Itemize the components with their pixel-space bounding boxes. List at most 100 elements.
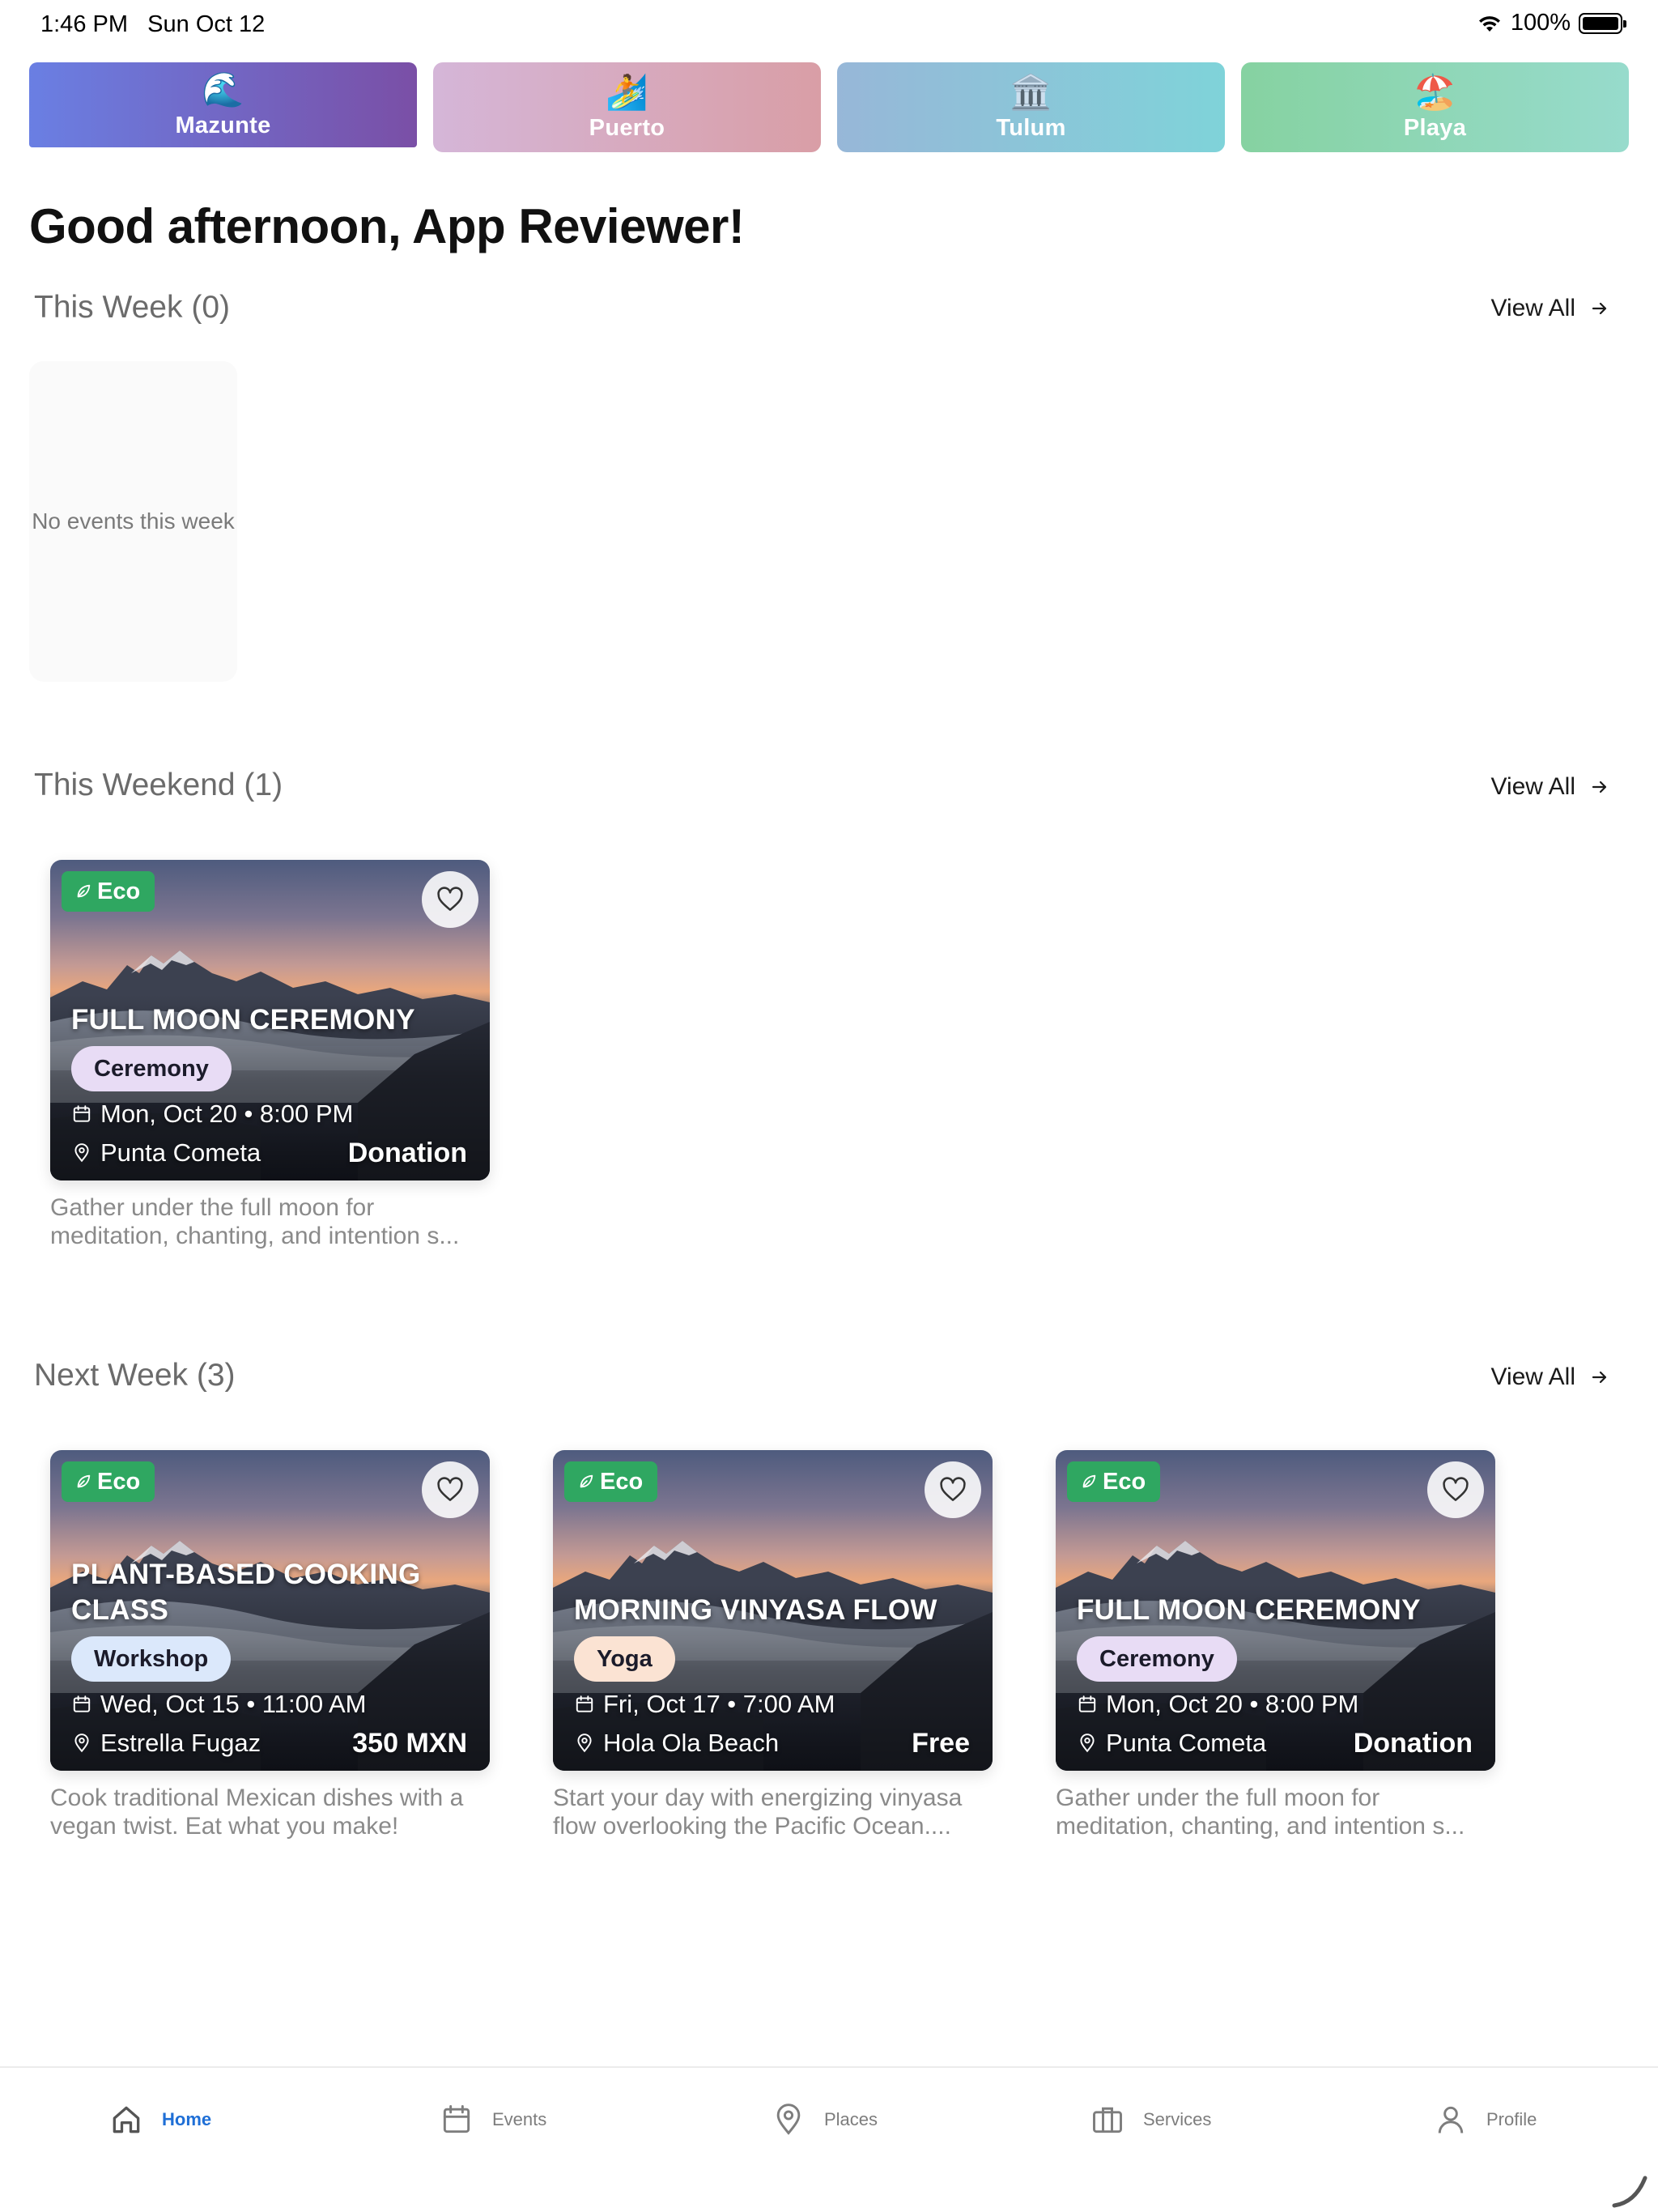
status-time: 1:46 PM Sun Oct 12 bbox=[40, 11, 265, 38]
leaf-icon bbox=[77, 884, 91, 898]
event-datetime: Fri, Oct 17 • 7:00 AM bbox=[603, 1690, 835, 1718]
tab-home[interactable]: Home bbox=[108, 2102, 211, 2138]
category-chip: Workshop bbox=[71, 1636, 232, 1682]
eco-badge: Eco bbox=[564, 1461, 658, 1502]
event-price: Donation bbox=[347, 1137, 467, 1168]
calendar-icon bbox=[73, 1105, 91, 1122]
leaf-icon bbox=[77, 1474, 91, 1488]
status-bar: 1:46 PM Sun Oct 12 100% bbox=[0, 0, 1658, 52]
view-all-this-weekend[interactable]: View All bbox=[1490, 773, 1609, 801]
empty-week-placeholder: No events this week bbox=[29, 361, 237, 682]
favorite-button[interactable] bbox=[925, 1461, 981, 1518]
status-indicators: 100% bbox=[1477, 10, 1626, 36]
category-chip: Ceremony bbox=[1077, 1636, 1237, 1682]
map-pin-icon bbox=[74, 1143, 89, 1163]
view-all-this-week[interactable]: View All bbox=[1490, 295, 1609, 322]
city-emoji-icon: 🏖️ bbox=[1414, 72, 1456, 112]
status-date: Sun Oct 12 bbox=[147, 11, 266, 37]
event-datetime-row: Mon, Oct 20 • 8:00 PM bbox=[71, 1098, 467, 1130]
home-icon bbox=[113, 2106, 140, 2133]
city-tab-tulum[interactable]: 🏛️ Tulum bbox=[837, 62, 1225, 152]
battery-icon bbox=[1579, 12, 1626, 34]
city-tab-playa[interactable]: 🏖️ Playa bbox=[1241, 62, 1629, 152]
event-card-info: PLANT-BASED COOKING CLASS Workshop Wed, Oc… bbox=[71, 1557, 467, 1759]
view-all-label: View All bbox=[1490, 1363, 1575, 1390]
eco-badge: Eco bbox=[1067, 1461, 1161, 1502]
view-all-label: View All bbox=[1490, 295, 1575, 321]
event-title: PLANT-BASED COOKING CLASS bbox=[71, 1559, 421, 1626]
leaf-icon bbox=[1082, 1474, 1096, 1488]
map-pin-icon bbox=[776, 2104, 801, 2135]
greeting: Good afternoon, App Reviewer! bbox=[29, 199, 745, 253]
city-tabs: 🌊 Mazunte 🏄 Puerto 🏛️ Tulum 🏖️ Playa bbox=[29, 62, 1629, 152]
event-location-row: Punta Cometa Donation bbox=[71, 1137, 467, 1169]
city-tab-mazunte[interactable]: 🌊 Mazunte bbox=[29, 62, 417, 147]
event-location: Punta Cometa bbox=[100, 1138, 261, 1167]
category-chip: Yoga bbox=[574, 1636, 675, 1682]
event-card[interactable]: Eco MORNING VINYASA FLOW Yoga Fri, Oct 17 •… bbox=[553, 1450, 993, 1840]
event-title: FULL MOON CEREMONY bbox=[71, 1004, 415, 1036]
arrow-right-icon bbox=[1592, 1371, 1607, 1384]
event-card-info: MORNING VINYASA FLOW Yoga Fri, Oct 17 • 7:… bbox=[574, 1593, 970, 1759]
event-location-row: Punta Cometa Donation bbox=[1077, 1727, 1473, 1759]
event-price: Donation bbox=[1353, 1727, 1473, 1759]
event-price: 350 MXN bbox=[352, 1727, 467, 1759]
eco-badge-label: Eco bbox=[1103, 1468, 1146, 1495]
event-datetime-row: Fri, Oct 17 • 7:00 AM bbox=[574, 1688, 970, 1721]
event-card-image[interactable]: Eco FULL MOON CEREMONY Ceremony Mon, Oct 20… bbox=[1056, 1450, 1495, 1771]
view-all-next-week[interactable]: View All bbox=[1490, 1363, 1609, 1391]
eco-badge: Eco bbox=[62, 871, 155, 912]
event-description: Gather under the full moon for meditatio… bbox=[1056, 1784, 1465, 1840]
tab-label: Services bbox=[1143, 2109, 1212, 2129]
event-datetime: Mon, Oct 20 • 8:00 PM bbox=[1106, 1690, 1359, 1718]
tab-services[interactable]: Services bbox=[1090, 2102, 1211, 2138]
event-datetime-row: Mon, Oct 20 • 8:00 PM bbox=[1077, 1688, 1473, 1721]
wifi-icon bbox=[1478, 15, 1500, 32]
section-title-this-week: This Week (0) bbox=[34, 290, 230, 325]
city-tab-label: Tulum bbox=[996, 115, 1066, 141]
favorite-button[interactable] bbox=[422, 1461, 478, 1518]
event-card-image[interactable]: Eco FULL MOON CEREMONY Ceremony Mon, Oct 20… bbox=[50, 860, 490, 1180]
city-tab-label: Mazunte bbox=[175, 113, 271, 138]
empty-week-text: No events this week bbox=[32, 508, 235, 534]
event-datetime: Mon, Oct 20 • 8:00 PM bbox=[100, 1100, 354, 1128]
tab-profile[interactable]: Profile bbox=[1433, 2102, 1537, 2138]
city-emoji-icon: 🏛️ bbox=[1010, 72, 1052, 112]
event-card[interactable]: Eco FULL MOON CEREMONY Ceremony Mon, Oct 20… bbox=[1056, 1450, 1495, 1840]
event-description: Cook traditional Mexican dishes with a v… bbox=[50, 1784, 464, 1840]
city-emoji-icon: 🏄 bbox=[606, 72, 648, 112]
section-title-this-weekend: This Weekend (1) bbox=[34, 768, 283, 802]
event-card[interactable]: Eco PLANT-BASED COOKING CLASS Workshop Wed,… bbox=[50, 1450, 490, 1840]
calendar-icon bbox=[73, 1695, 91, 1712]
city-tab-puerto[interactable]: 🏄 Puerto bbox=[433, 62, 821, 152]
tab-places[interactable]: Places bbox=[771, 2102, 878, 2138]
event-datetime-row: Wed, Oct 15 • 11:00 AM bbox=[71, 1688, 467, 1721]
event-datetime: Wed, Oct 15 • 11:00 AM bbox=[100, 1690, 367, 1718]
calendar-icon bbox=[443, 2105, 470, 2133]
event-location: Hola Ola Beach bbox=[603, 1729, 780, 1757]
briefcase-icon bbox=[1093, 2107, 1122, 2133]
eco-badge-label: Eco bbox=[600, 1468, 644, 1495]
heart-icon bbox=[940, 1477, 966, 1501]
heart-icon bbox=[437, 1477, 463, 1501]
event-title: MORNING VINYASA FLOW bbox=[574, 1594, 937, 1626]
event-description: Gather under the full moon for meditatio… bbox=[50, 1194, 460, 1249]
map-pin-icon bbox=[577, 1733, 592, 1753]
heart-icon bbox=[1443, 1477, 1469, 1501]
tab-label: Home bbox=[162, 2109, 212, 2129]
city-tab-label: Puerto bbox=[589, 115, 665, 141]
map-pin-icon bbox=[1080, 1733, 1095, 1753]
event-location: Estrella Fugaz bbox=[100, 1729, 261, 1757]
event-location-row: Hola Ola Beach Free bbox=[574, 1727, 970, 1759]
event-card-image[interactable]: Eco PLANT-BASED COOKING CLASS Workshop Wed,… bbox=[50, 1450, 490, 1771]
event-card-image[interactable]: Eco MORNING VINYASA FLOW Yoga Fri, Oct 17 •… bbox=[553, 1450, 993, 1771]
event-title: FULL MOON CEREMONY bbox=[1077, 1594, 1421, 1626]
event-description: Start your day with energizing vinyasa f… bbox=[553, 1784, 963, 1840]
event-card[interactable]: Eco FULL MOON CEREMONY Ceremony Mon, Oct 20… bbox=[50, 860, 490, 1250]
eco-badge-label: Eco bbox=[97, 878, 141, 904]
favorite-button[interactable] bbox=[422, 871, 478, 928]
favorite-button[interactable] bbox=[1427, 1461, 1484, 1518]
person-icon bbox=[1438, 2106, 1464, 2133]
tab-label: Places bbox=[824, 2109, 878, 2129]
tab-events[interactable]: Events bbox=[439, 2102, 546, 2138]
